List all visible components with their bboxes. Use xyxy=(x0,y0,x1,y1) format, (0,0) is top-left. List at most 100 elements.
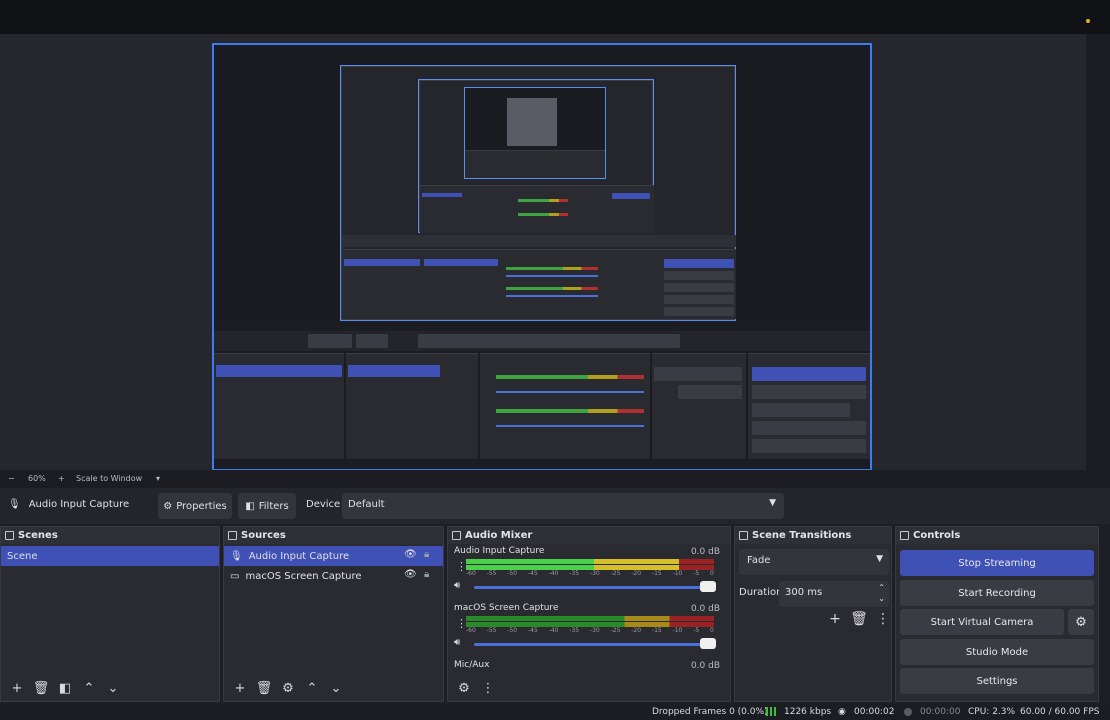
audio-mixer-dock: Audio Mixer Audio Input Capture 0.0 dB ⋮… xyxy=(447,526,731,702)
add-icon[interactable]: + xyxy=(9,680,25,696)
settings-button[interactable]: Settings xyxy=(900,668,1094,694)
nested-btn-2a xyxy=(664,259,734,268)
channel-db: 0.0 dB xyxy=(690,547,720,557)
preview-canvas[interactable]: ✕ xyxy=(212,43,872,471)
trash-icon[interactable]: 🗑︎ xyxy=(33,680,50,696)
preview-scroll-region xyxy=(1086,34,1110,470)
transition-select[interactable]: Fade ▼ xyxy=(739,549,889,575)
microphone-icon: 🎙︎ xyxy=(230,550,243,562)
chevron-down-icon: ▼ xyxy=(876,554,883,564)
speaker-icon[interactable]: 🔊︎ xyxy=(454,637,460,648)
meter-bar-left xyxy=(466,559,714,564)
volume-slider-handle[interactable] xyxy=(700,581,716,592)
meter-tick-label: -20 xyxy=(631,627,642,634)
nested-meter-3a xyxy=(518,199,568,202)
controls-dock: Controls Stop Streaming Start Recording … xyxy=(895,526,1099,702)
volume-meter: -60 -55 -50 -45 -40 -35 -30 -25 -20 -15 -10 -5 0 xyxy=(466,616,722,634)
volume-slider[interactable] xyxy=(474,586,712,589)
dock-icon xyxy=(228,531,237,540)
meter-tick-label: -10 xyxy=(672,570,683,577)
start-virtual-camera-button[interactable]: Start Virtual Camera xyxy=(900,609,1064,635)
advanced-audio-icon[interactable]: ⚙ xyxy=(456,680,472,696)
notification-dot xyxy=(1086,19,1090,23)
nested-slider-2b xyxy=(506,295,598,297)
duration-input[interactable]: 300 ms ⌃ ⌄ xyxy=(779,581,889,607)
chevron-down-icon[interactable]: ⌄ xyxy=(328,680,344,696)
volume-slider-handle[interactable] xyxy=(700,638,716,649)
dock-icon xyxy=(452,531,461,540)
nested-dock-4 xyxy=(465,150,605,178)
meter-tick-label: -35 xyxy=(569,627,580,634)
dropped-frames: Dropped Frames 0 (0.0%) xyxy=(652,707,768,717)
zoom-out-button[interactable]: − xyxy=(8,474,15,483)
stop-streaming-button[interactable]: Stop Streaming xyxy=(900,550,1094,576)
kebab-menu-icon[interactable]: ⋮ xyxy=(875,611,891,627)
trash-icon[interactable]: 🗑︎ xyxy=(850,611,868,627)
mixer-channel-screen-capture: macOS Screen Capture 0.0 dB ⋮ -60 -55 -50-… xyxy=(448,601,730,658)
mixer-channel-audio-input: Audio Input Capture 0.0 dB ⋮ -60 -55 -50 -4… xyxy=(448,544,730,601)
nested-meter-1b xyxy=(496,409,644,413)
scenes-footer: + 🗑︎ ◧ ⌃ ⌄ xyxy=(1,675,219,701)
nested-preview-3 xyxy=(419,80,654,233)
nested-status-1 xyxy=(214,461,870,469)
scene-item-label: Scene xyxy=(7,550,38,562)
gear-icon: ⚙ xyxy=(1075,614,1087,630)
scale-mode-select[interactable]: Scale to Window xyxy=(76,474,142,483)
trash-icon[interactable]: 🗑︎ xyxy=(256,680,273,696)
channel-name: Mic/Aux xyxy=(454,660,490,670)
source-item-audio-input[interactable]: 🎙︎ Audio Input Capture 👁︎ 🔒︎ xyxy=(224,546,443,566)
dock-icon xyxy=(5,531,14,540)
filter-icon[interactable]: ◧ xyxy=(57,680,73,696)
nested-preview-1 xyxy=(214,45,870,469)
eye-icon[interactable]: 👁︎ xyxy=(404,549,417,560)
lock-icon[interactable]: 🔒︎ xyxy=(424,569,429,580)
nested-bar-2 xyxy=(342,235,736,247)
kebab-menu-icon[interactable]: ⋮ xyxy=(480,680,496,696)
meter-tick-label: -55 xyxy=(486,627,497,634)
add-icon[interactable]: + xyxy=(232,680,248,696)
nested-hl-2b xyxy=(424,259,498,266)
meter-tick-label: -25 xyxy=(610,627,621,634)
duration-label: Duration xyxy=(739,587,783,598)
studio-mode-button[interactable]: Studio Mode xyxy=(900,639,1094,665)
nested-mixer-1 xyxy=(480,353,650,459)
transition-actions: + 🗑︎ ⋮ xyxy=(827,611,891,627)
chevron-down-icon[interactable]: ▾ xyxy=(156,474,160,483)
speaker-icon[interactable]: 🔊︎ xyxy=(454,580,460,591)
record-icon xyxy=(904,707,912,717)
scene-item[interactable]: Scene xyxy=(1,546,219,566)
chevron-up-icon[interactable]: ⌃ xyxy=(81,680,97,696)
filters-button[interactable]: ◧ Filters xyxy=(238,493,296,519)
nested-prop-btn-b xyxy=(356,334,388,348)
eye-icon[interactable]: 👁︎ xyxy=(404,569,417,580)
virtual-camera-settings-button[interactable]: ⚙ xyxy=(1068,609,1094,635)
device-select[interactable]: Default ▼ xyxy=(342,493,784,519)
meter-tick-label: 0 xyxy=(710,570,714,577)
start-recording-button[interactable]: Start Recording xyxy=(900,580,1094,606)
meter-tick-label: -45 xyxy=(527,570,538,577)
spinner-icon[interactable]: ⌃ ⌄ xyxy=(878,582,885,604)
volume-slider[interactable] xyxy=(474,643,712,646)
chevron-up-icon[interactable]: ⌃ xyxy=(304,680,320,696)
chevron-down-icon[interactable]: ⌄ xyxy=(105,680,121,696)
meter-tick-label: 0 xyxy=(710,627,714,634)
channel-db: 0.0 dB xyxy=(690,661,720,671)
gear-icon[interactable]: ⚙ xyxy=(280,680,296,696)
meter-tick-label: -40 xyxy=(548,570,559,577)
meter-tick-label: -20 xyxy=(631,570,642,577)
meter-tick-label: -25 xyxy=(610,570,621,577)
meter-tick-label: -10 xyxy=(672,627,683,634)
channel-db: 0.0 dB xyxy=(690,604,720,614)
bitrate: 1226 kbps xyxy=(784,707,832,717)
lock-icon[interactable]: 🔒︎ xyxy=(424,549,429,560)
source-item-screen-capture[interactable]: ▭ macOS Screen Capture 👁︎ 🔒︎ xyxy=(224,566,443,586)
add-icon[interactable]: + xyxy=(827,611,843,627)
volume-row: 🔊︎ xyxy=(454,580,722,594)
sources-title: Sources xyxy=(241,530,286,541)
sources-dock-title: Sources xyxy=(224,527,443,544)
zoom-in-button[interactable]: + xyxy=(58,474,65,483)
nested-hl-3 xyxy=(422,193,462,197)
monitor-icon: ▭ xyxy=(230,570,240,582)
meter-ticks: -60 -55 -50 -45 -40 -35 -30 -25 -20 -15 -10 -5 0 xyxy=(466,627,714,634)
properties-button[interactable]: ⚙ Properties xyxy=(158,493,232,519)
